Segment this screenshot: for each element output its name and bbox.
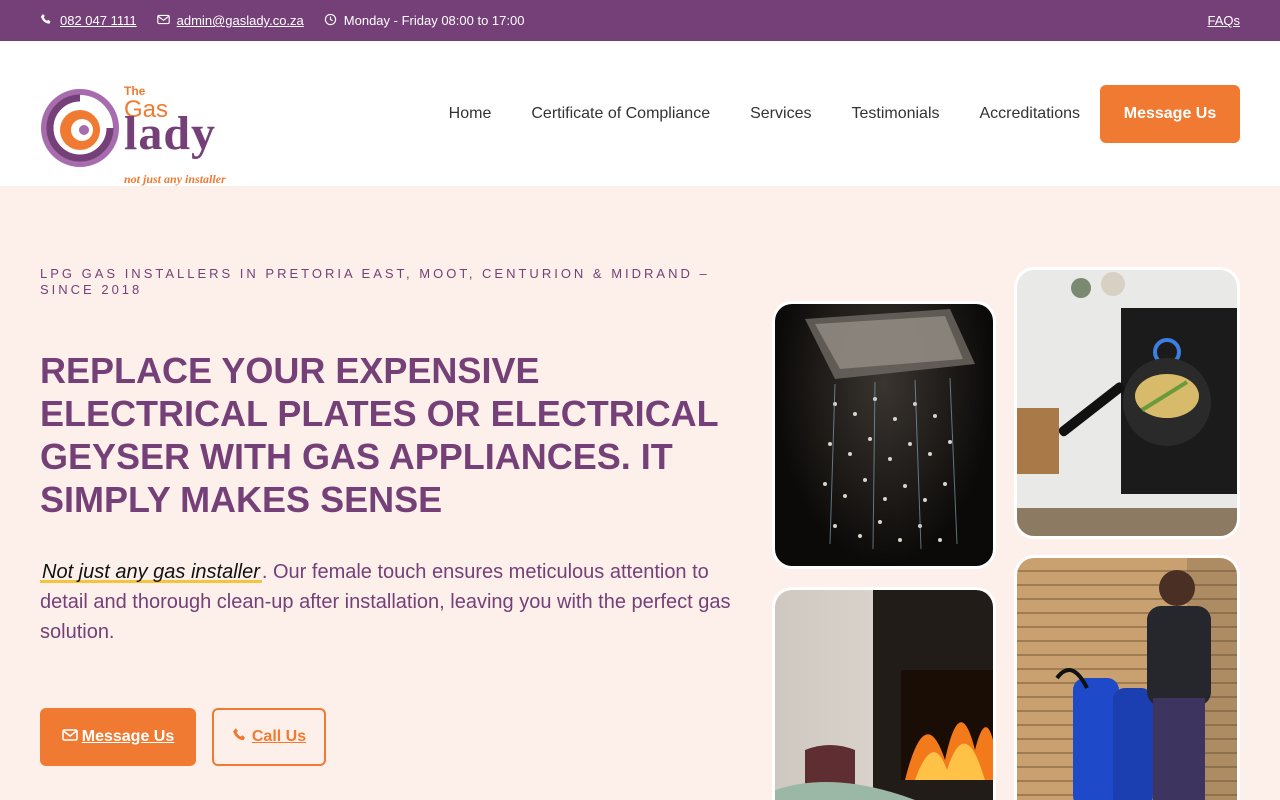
logo-lady: lady bbox=[124, 106, 217, 160]
hero-lead: Not just any gas installer. Our female t… bbox=[40, 557, 740, 647]
logo-tagline: not just any installer bbox=[124, 171, 226, 186]
hours-info: Monday - Friday 08:00 to 17:00 bbox=[324, 13, 525, 29]
phone-contact: 082 047 1111 bbox=[40, 13, 137, 29]
hours-text: Monday - Friday 08:00 to 17:00 bbox=[343, 13, 525, 28]
nav-testimonials[interactable]: Testimonials bbox=[851, 105, 939, 123]
clock-icon bbox=[324, 13, 337, 29]
cooktop-image bbox=[1014, 267, 1240, 539]
faqs-link[interactable]: FAQs bbox=[1207, 13, 1240, 28]
nav-home[interactable]: Home bbox=[449, 105, 492, 123]
main-nav: Home Certificate of Compliance Services … bbox=[409, 84, 1240, 143]
call-us-label: Call Us bbox=[251, 728, 307, 745]
phone-icon bbox=[40, 13, 53, 29]
phone-call-icon bbox=[232, 727, 248, 748]
phone-link[interactable]: 082 047 1111 bbox=[60, 13, 137, 28]
lead-highlight: Not just any gas installer bbox=[40, 561, 262, 583]
message-us-nav-button[interactable]: Message Us bbox=[1100, 84, 1240, 143]
installer-image bbox=[1014, 555, 1240, 800]
shower-image bbox=[772, 301, 996, 569]
hero-eyebrow: LPG GAS INSTALLERS IN PRETORIA EAST, MOO… bbox=[40, 266, 710, 297]
email-icon bbox=[156, 13, 170, 29]
nav-services[interactable]: Services bbox=[750, 105, 811, 123]
call-us-button[interactable]: Call Us bbox=[212, 708, 326, 766]
swirl-logo-icon bbox=[41, 88, 119, 167]
hero-section: LPG GAS INSTALLERS IN PRETORIA EAST, MOO… bbox=[0, 186, 1280, 800]
site-header: The Gas lady not just any installer Home… bbox=[0, 41, 1280, 186]
nav-certificate[interactable]: Certificate of Compliance bbox=[531, 105, 710, 123]
message-us-button[interactable]: Message Us bbox=[40, 708, 196, 766]
fireplace-image bbox=[772, 587, 996, 800]
email-link[interactable]: admin@gaslady.co.za bbox=[177, 13, 304, 28]
contact-info: 082 047 1111 admin@gaslady.co.za Monday … bbox=[40, 13, 524, 29]
email-contact: admin@gaslady.co.za bbox=[156, 13, 304, 29]
logo[interactable]: The Gas lady not just any installer bbox=[40, 64, 240, 186]
message-us-label: Message Us bbox=[81, 728, 175, 745]
nav-accreditations[interactable]: Accreditations bbox=[980, 105, 1081, 123]
hero-buttons: Message Us Call Us bbox=[40, 708, 326, 766]
hero-headline: REPLACE YOUR EXPENSIVE ELECTRICAL PLATES… bbox=[40, 350, 719, 520]
envelope-icon bbox=[61, 727, 78, 748]
top-bar: 082 047 1111 admin@gaslady.co.za Monday … bbox=[0, 0, 1280, 41]
